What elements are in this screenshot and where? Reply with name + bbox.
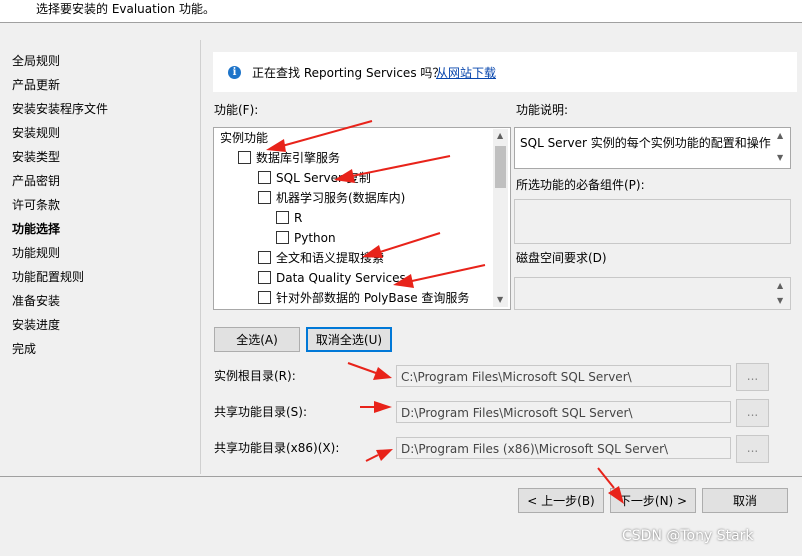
checkbox[interactable] <box>258 191 271 204</box>
tree-item-label: Data Quality Services <box>276 271 406 285</box>
checkbox[interactable] <box>276 231 289 244</box>
prerequisites-box <box>514 199 791 244</box>
instance-root-label: 实例根目录(R): <box>214 369 296 383</box>
next-button[interactable]: 下一步(N) > <box>610 488 696 513</box>
sidebar-item-installation-type[interactable]: 安装类型 <box>12 148 60 165</box>
tree-item-r[interactable]: R <box>276 208 302 228</box>
shared-dir-field[interactable]: D:\Program Files\Microsoft SQL Server\ <box>396 401 731 423</box>
sidebar-item-install-rules[interactable]: 安装规则 <box>12 124 60 141</box>
info-text: 正在查找 Reporting Services 吗？ <box>252 66 445 80</box>
header-description: 选择要安装的 Evaluation 功能。 <box>36 2 215 16</box>
tree-item-label: R <box>294 211 303 225</box>
unselect-all-button[interactable]: 取消全选(U) <box>306 327 392 352</box>
shared-dir-browse-button[interactable]: ... <box>736 399 769 427</box>
sidebar-item-install-setup-files[interactable]: 安装安装程序文件 <box>12 100 108 117</box>
instance-root-field[interactable]: C:\Program Files\Microsoft SQL Server\ <box>396 365 731 387</box>
cancel-button[interactable]: 取消 <box>702 488 788 513</box>
tree-item-data-quality-services[interactable]: Data Quality Services <box>258 268 406 288</box>
tree-item-label: 针对外部数据的 PolyBase 查询服务 <box>276 291 470 305</box>
tree-item-label: 实例功能 <box>220 131 269 145</box>
shared-dir-label: 共享功能目录(S): <box>214 405 308 419</box>
features-label: 功能(F): <box>214 103 259 117</box>
header-divider <box>0 22 802 23</box>
scroll-down-icon[interactable]: ▼ <box>497 295 503 304</box>
shared-dir-x86-label: 共享功能目录(x86)(X): <box>214 441 340 455</box>
checkbox[interactable] <box>258 171 271 184</box>
instance-root-browse-button[interactable]: ... <box>736 363 769 391</box>
tree-item-label: 数据库引擎服务 <box>256 151 341 165</box>
tree-item-label: 全文和语义提取搜索 <box>276 251 385 265</box>
feature-tree[interactable]: 实例功能 数据库引擎服务 SQL Server 复制 机器学习服务(数据库内) … <box>213 127 511 310</box>
tree-scrollbar-thumb[interactable] <box>495 146 506 188</box>
tree-item-label: 机器学习服务(数据库内) <box>276 191 406 205</box>
sidebar-item-ready-to-install[interactable]: 准备安装 <box>12 292 60 309</box>
prerequisites-label: 所选功能的必备组件(P): <box>516 178 645 192</box>
tree-item-instance-features[interactable]: 实例功能 <box>220 128 268 148</box>
tree-item-sql-replication[interactable]: SQL Server 复制 <box>258 168 371 188</box>
sidebar-item-feature-rules[interactable]: 功能规则 <box>12 244 60 261</box>
checkbox[interactable] <box>258 291 271 304</box>
sidebar-item-global-rules[interactable]: 全局规则 <box>12 52 60 69</box>
checkbox[interactable] <box>276 211 289 224</box>
download-link[interactable]: 从网站下载 <box>436 64 496 81</box>
tree-item-database-engine[interactable]: 数据库引擎服务 <box>238 148 340 168</box>
tree-item-polybase[interactable]: 针对外部数据的 PolyBase 查询服务 <box>258 288 469 308</box>
select-all-button[interactable]: 全选(A) <box>214 327 300 352</box>
watermark: CSDN @Tony Stark <box>622 528 754 544</box>
feature-description-text: SQL Server 实例的每个实例功能的配置和操作 <box>520 136 771 150</box>
tree-item-full-text-search[interactable]: 全文和语义提取搜索 <box>258 248 384 268</box>
desc-scroll-up-icon[interactable]: ▲ <box>777 131 783 140</box>
sidebar-item-product-updates[interactable]: 产品更新 <box>12 76 60 93</box>
checkbox[interactable] <box>238 151 251 164</box>
sidebar-item-installation-progress[interactable]: 安装进度 <box>12 316 60 333</box>
sidebar-item-feature-config-rules[interactable]: 功能配置规则 <box>12 268 84 285</box>
shared-dir-x86-field[interactable]: D:\Program Files (x86)\Microsoft SQL Ser… <box>396 437 731 459</box>
sidebar-item-complete[interactable]: 完成 <box>12 340 36 357</box>
sidebar-item-product-key[interactable]: 产品密钥 <box>12 172 60 189</box>
tree-item-machine-learning[interactable]: 机器学习服务(数据库内) <box>258 188 405 208</box>
sidebar-item-license-terms[interactable]: 许可条款 <box>12 196 60 213</box>
tree-item-python[interactable]: Python <box>276 228 336 248</box>
back-button[interactable]: < 上一步(B) <box>518 488 604 513</box>
disk-scroll-up-icon[interactable]: ▲ <box>777 281 783 290</box>
scroll-up-icon[interactable]: ▲ <box>497 131 503 140</box>
tree-item-label: SQL Server 复制 <box>276 171 371 185</box>
disk-space-box <box>514 277 791 310</box>
feature-description-label: 功能说明: <box>516 103 569 117</box>
checkbox[interactable] <box>258 271 271 284</box>
disk-scroll-down-icon[interactable]: ▼ <box>777 296 783 305</box>
disk-space-label: 磁盘空间要求(D) <box>516 251 607 265</box>
info-icon: i <box>228 66 241 79</box>
tree-item-label: Python <box>294 231 336 245</box>
checkbox[interactable] <box>258 251 271 264</box>
footer-divider <box>0 476 802 477</box>
desc-scroll-down-icon[interactable]: ▼ <box>777 153 783 162</box>
shared-dir-x86-browse-button[interactable]: ... <box>736 435 769 463</box>
sidebar-item-feature-selection[interactable]: 功能选择 <box>12 220 60 237</box>
